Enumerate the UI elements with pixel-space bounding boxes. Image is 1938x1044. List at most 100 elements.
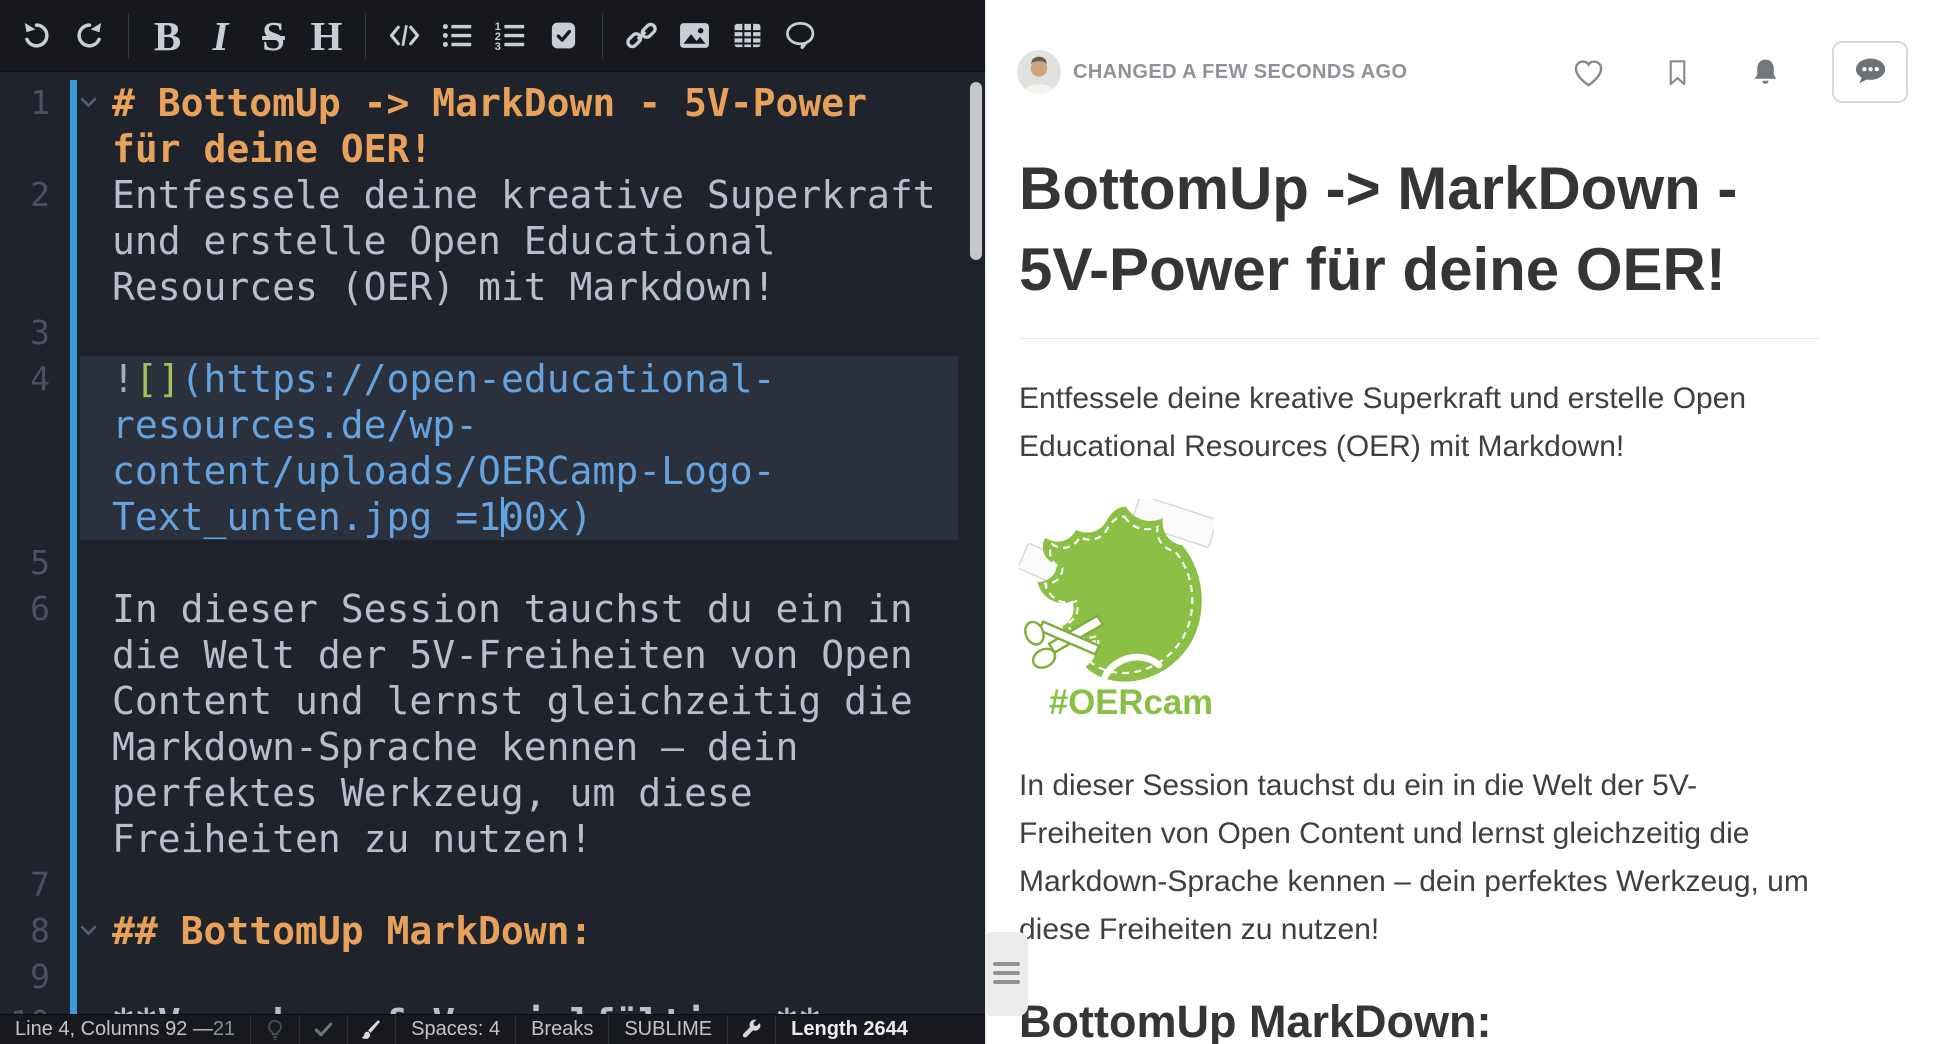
rendered-markdown: BottomUp -> MarkDown - 5V-Power für dein… [1019,148,1819,1044]
editor-line-text[interactable] [112,540,947,586]
editor-line-text[interactable]: In dieser Session tauchst du ein in die … [112,586,947,862]
editor-pane: BISH 123 1 # BottomUp -> MarkDown - 5V-Pow… [0,0,985,1044]
keymap-toggle[interactable]: SUBLIME [608,1015,727,1044]
toolbar-divider [365,13,366,59]
notifications-button[interactable] [1749,56,1782,89]
favorite-button[interactable] [1571,55,1606,90]
toolbar-divider [128,13,129,59]
preview-pane[interactable]: CHANGED A FEW SECONDS AGO BottomUp -> Ma… [985,0,1938,1044]
code-icon [388,19,421,52]
line-number: 8 [0,908,64,954]
night-mode-lightbulb-icon[interactable] [250,1015,299,1044]
session-paragraph: In dieser Session tauchst du ein in die … [1019,762,1819,954]
line-number: 9 [0,954,64,1000]
gutter-spacer [64,954,112,1000]
line-number: 4 [0,356,64,540]
hamburger-icon [993,962,1020,966]
undo-icon [21,20,52,51]
doc-length: Length 2644 [775,1015,923,1044]
editor-line-text[interactable]: ![](https://open-educational-resources.d… [112,356,947,540]
gutter-spacer [64,310,112,356]
bell-icon [1749,56,1782,89]
editor-scrollbar-thumb[interactable] [970,82,982,260]
image-icon [678,19,711,52]
italic-button-label: I [213,0,229,72]
comment-bubble-icon [1852,54,1888,90]
strikethrough-button[interactable]: S [247,0,300,72]
code-block-button[interactable] [378,0,431,72]
section-heading: BottomUp MarkDown: [1019,994,1819,1044]
editor-line: 10**Verwahren & Vervielfältigen** [0,1000,985,1014]
line-number: 5 [0,540,64,586]
author-avatar[interactable] [1017,50,1061,94]
gutter-spacer [64,586,112,862]
markdown-editor-app: BISH 123 1 # BottomUp -> MarkDown - 5V-Pow… [0,0,1938,1044]
cursor-position: Line 4, Columns 92 — 21 [0,1015,250,1044]
editor-line-text[interactable] [112,954,947,1000]
editor-lines: 1 # BottomUp -> MarkDown - 5V-Power für d… [0,80,985,1014]
toc-toggle-handle[interactable] [986,932,1028,1016]
link-icon [625,19,658,52]
task-list-icon [548,20,579,51]
editor-line-text[interactable]: **Verwahren & Vervielfältigen** [112,1000,947,1014]
heading-button-label: H [311,0,343,72]
editor-line-text[interactable] [112,310,947,356]
editor-line-text[interactable] [112,862,947,908]
insert-comment-button[interactable] [774,0,827,72]
editor-line: 6In dieser Session tauchst du ein in die… [0,586,985,862]
note-info-header: CHANGED A FEW SECONDS AGO [1017,40,1908,104]
insert-table-button[interactable] [721,0,774,72]
unordered-list-icon [441,19,474,52]
ordered-list-button[interactable]: 123 [484,0,537,72]
editor-line: 5 [0,540,985,586]
logo-text: #OERcamp [1049,684,1214,721]
comments-button[interactable] [1832,41,1908,103]
heading-button[interactable]: H [300,0,353,72]
editor-statusbar: Line 4, Columns 92 — 21 Spaces: 4BreaksSU… [0,1014,985,1044]
line-number: 6 [0,586,64,862]
editor-line: 1 # BottomUp -> MarkDown - 5V-Power für d… [0,80,985,172]
insert-image-button[interactable] [668,0,721,72]
intro-paragraph: Entfessele deine kreative Superkraft und… [1019,375,1819,471]
gutter-spacer [64,172,112,310]
line-number: 2 [0,172,64,310]
editor-settings-button[interactable] [727,1015,775,1044]
redo-button[interactable] [63,0,116,72]
editor-line-text[interactable]: # BottomUp -> MarkDown - 5V-Power für de… [112,80,947,172]
gutter-spacer [64,356,112,540]
bold-button[interactable]: B [141,0,194,72]
unordered-list-button[interactable] [431,0,484,72]
editor-line-text[interactable]: ## BottomUp MarkDown: [112,908,947,954]
task-list-button[interactable] [537,0,590,72]
editor-line: 9 [0,954,985,1000]
undo-button[interactable] [10,0,63,72]
editor-code-area[interactable]: 1 # BottomUp -> MarkDown - 5V-Power für d… [0,72,985,1014]
line-number: 3 [0,310,64,356]
table-icon [732,20,763,51]
line-number: 7 [0,862,64,908]
theme-brush-button[interactable] [347,1015,395,1044]
indent-spaces-toggle[interactable]: Spaces: 4 [395,1015,515,1044]
redo-icon [74,20,105,51]
spellcheck-button[interactable] [299,1015,347,1044]
fold-chevron-down-icon[interactable] [64,908,112,954]
bookmark-button[interactable] [1662,57,1693,88]
linebreaks-toggle[interactable]: Breaks [515,1015,608,1044]
fold-chevron-down-icon[interactable] [64,80,112,172]
insert-link-button[interactable] [615,0,668,72]
italic-button[interactable]: I [194,0,247,72]
note-title: BottomUp -> MarkDown - 5V-Power für dein… [1019,148,1819,339]
editor-toolbar: BISH 123 [0,0,985,72]
editor-line: 7 [0,862,985,908]
editor-line-text[interactable]: Entfessele deine kreative Superkraft und… [112,172,947,310]
editor-line: 4 ![](https://open-educational-resources.… [0,356,985,540]
gutter-spacer [64,1000,112,1014]
gutter-spacer [64,540,112,586]
bold-button-label: B [154,0,181,72]
editor-line: 3 [0,310,985,356]
toolbar-divider [602,13,603,59]
bookmark-icon [1662,57,1693,88]
last-changed-label: CHANGED A FEW SECONDS AGO [1073,61,1407,84]
ordered-list-icon: 123 [494,19,527,52]
line-number: 1 [0,80,64,172]
